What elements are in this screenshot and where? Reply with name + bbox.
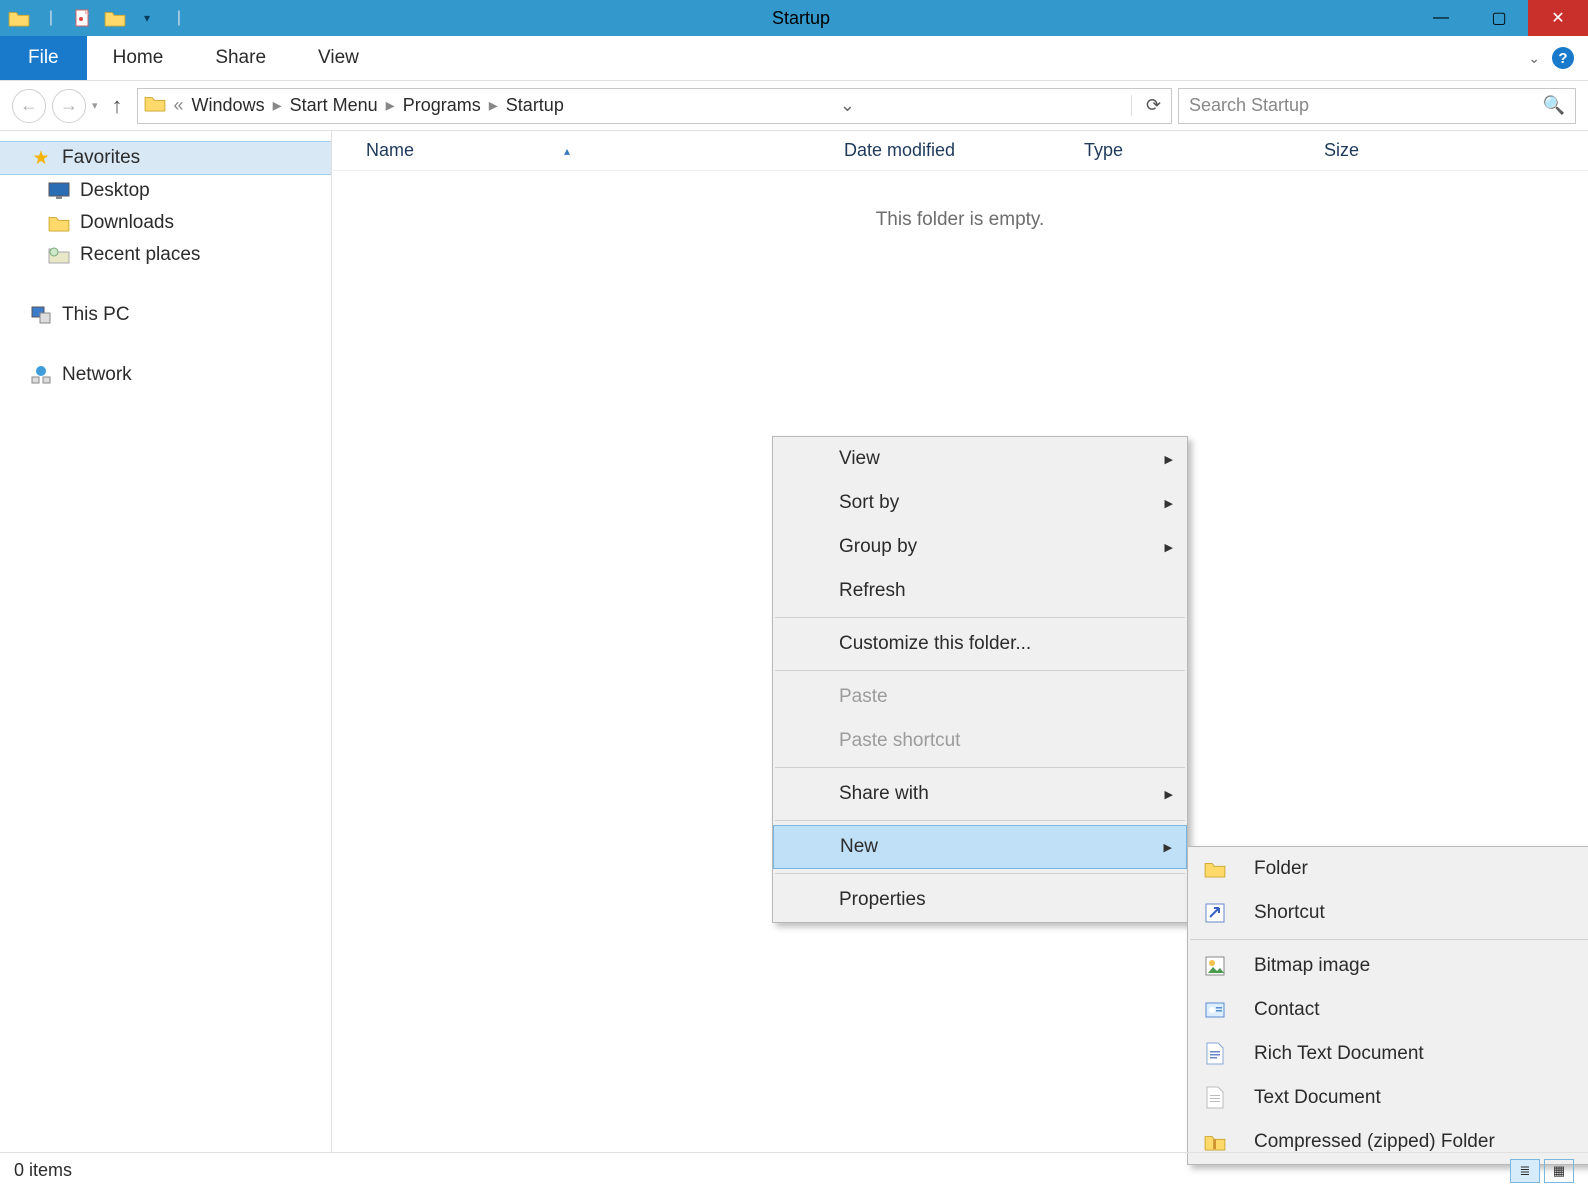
sidebar-label: Favorites	[62, 147, 140, 169]
menu-separator	[775, 617, 1185, 618]
breadcrumb-item[interactable]: Programs	[403, 95, 481, 116]
sidebar-label: Network	[62, 364, 132, 386]
tab-share[interactable]: Share	[189, 36, 292, 80]
history-dropdown-icon[interactable]: ▾	[92, 99, 98, 112]
sidebar-label: Recent places	[80, 244, 200, 266]
menu-item-view[interactable]: View	[773, 437, 1187, 481]
status-bar: 0 items ≣ ▦	[0, 1152, 1588, 1188]
separator: |	[168, 7, 190, 29]
breadcrumb-item[interactable]: Windows	[192, 95, 265, 116]
file-tab[interactable]: File	[0, 36, 87, 80]
sidebar-item-downloads[interactable]: Downloads	[0, 207, 331, 239]
sidebar-label: Downloads	[80, 212, 174, 234]
empty-folder-message: This folder is empty.	[332, 171, 1588, 231]
menu-item-sharewith[interactable]: Share with	[773, 772, 1187, 816]
chevron-right-icon: ▸	[382, 95, 399, 116]
minimize-button[interactable]: —	[1412, 0, 1470, 36]
submenu-item-contact[interactable]: Contact	[1188, 988, 1588, 1032]
back-button[interactable]: ←	[12, 89, 46, 123]
submenu-item-folder[interactable]: Folder	[1188, 847, 1588, 891]
desktop-icon	[48, 180, 70, 202]
chevron-right-icon: ▸	[269, 95, 286, 116]
search-placeholder: Search Startup	[1189, 95, 1309, 116]
menu-separator	[775, 873, 1185, 874]
menu-item-customize[interactable]: Customize this folder...	[773, 622, 1187, 666]
qat-newfolder-icon[interactable]	[104, 7, 126, 29]
forward-button[interactable]: →	[52, 89, 86, 123]
submenu-item-shortcut[interactable]: Shortcut	[1188, 891, 1588, 935]
contact-icon	[1202, 997, 1228, 1023]
search-icon[interactable]: 🔍	[1543, 95, 1565, 116]
menu-item-refresh[interactable]: Refresh	[773, 569, 1187, 613]
chevron-left-icon[interactable]: «	[170, 95, 188, 116]
menu-separator	[775, 670, 1185, 671]
breadcrumb-item[interactable]: Start Menu	[290, 95, 378, 116]
star-icon: ★	[30, 147, 52, 169]
menu-item-paste-shortcut: Paste shortcut	[773, 719, 1187, 763]
maximize-button[interactable]: ▢	[1470, 0, 1528, 36]
item-count: 0 items	[14, 1160, 72, 1181]
submenu-item-bitmap[interactable]: Bitmap image	[1188, 944, 1588, 988]
ribbon: File Home Share View ⌄ ?	[0, 36, 1588, 81]
shortcut-icon	[1202, 900, 1228, 926]
menu-separator	[775, 767, 1185, 768]
menu-item-new[interactable]: New	[773, 825, 1187, 869]
refresh-button[interactable]: ⟳	[1131, 95, 1165, 116]
close-button[interactable]: ✕	[1528, 0, 1588, 36]
chevron-right-icon: ▸	[485, 95, 502, 116]
qat-properties-icon[interactable]	[72, 7, 94, 29]
folder-icon	[1202, 856, 1228, 882]
submenu-item-rtf[interactable]: Rich Text Document	[1188, 1032, 1588, 1076]
sidebar-label: This PC	[62, 304, 130, 326]
column-header-name[interactable]: Name▴	[362, 140, 840, 161]
column-header-size[interactable]: Size	[1320, 140, 1480, 161]
qat-dropdown-icon[interactable]: ▾	[136, 7, 158, 29]
bitmap-icon	[1202, 953, 1228, 979]
sidebar-item-thispc[interactable]: This PC	[0, 299, 331, 331]
help-icon[interactable]: ?	[1552, 47, 1574, 69]
breadcrumb-item[interactable]: Startup	[506, 95, 564, 116]
computer-icon	[30, 304, 52, 326]
new-submenu: Folder Shortcut Bitmap image Contact Ric…	[1187, 846, 1588, 1165]
separator: |	[40, 7, 62, 29]
folder-icon	[144, 94, 166, 117]
menu-item-paste: Paste	[773, 675, 1187, 719]
sidebar-item-desktop[interactable]: Desktop	[0, 175, 331, 207]
expand-ribbon-icon[interactable]: ⌄	[1528, 50, 1540, 67]
search-input[interactable]: Search Startup 🔍	[1178, 88, 1576, 124]
rtf-icon	[1202, 1041, 1228, 1067]
sidebar-item-recent[interactable]: Recent places	[0, 239, 331, 271]
address-dropdown-icon[interactable]: ⌄	[834, 95, 861, 116]
sidebar-favorites-header[interactable]: ★ Favorites	[0, 141, 331, 175]
details-view-button[interactable]: ≣	[1510, 1159, 1540, 1183]
downloads-icon	[48, 212, 70, 234]
window-title: Startup	[190, 8, 1412, 29]
sidebar-item-network[interactable]: Network	[0, 359, 331, 391]
network-icon	[30, 364, 52, 386]
icons-view-button[interactable]: ▦	[1544, 1159, 1574, 1183]
menu-separator	[775, 820, 1185, 821]
recent-icon	[48, 244, 70, 266]
menu-separator	[1190, 939, 1588, 940]
menu-item-properties[interactable]: Properties	[773, 878, 1187, 922]
column-header-type[interactable]: Type	[1080, 140, 1320, 161]
context-menu: View Sort by Group by Refresh Customize …	[772, 436, 1188, 923]
menu-item-groupby[interactable]: Group by	[773, 525, 1187, 569]
navigation-bar: ← → ▾ ↑ « Windows ▸ Start Menu ▸ Program…	[0, 81, 1588, 131]
up-button[interactable]: ↑	[104, 93, 131, 119]
column-headers: Name▴ Date modified Type Size	[332, 131, 1588, 171]
sidebar-label: Desktop	[80, 180, 150, 202]
tab-view[interactable]: View	[292, 36, 385, 80]
navigation-pane: ★ Favorites Desktop Downloads Recent pla…	[0, 131, 332, 1152]
column-header-date[interactable]: Date modified	[840, 140, 1080, 161]
text-icon	[1202, 1085, 1228, 1111]
file-list-area[interactable]: Name▴ Date modified Type Size This folde…	[332, 131, 1588, 1152]
folder-icon	[8, 7, 30, 29]
sort-indicator-icon: ▴	[414, 144, 570, 158]
menu-item-sortby[interactable]: Sort by	[773, 481, 1187, 525]
tab-home[interactable]: Home	[87, 36, 190, 80]
submenu-item-text[interactable]: Text Document	[1188, 1076, 1588, 1120]
title-bar: | ▾ | Startup — ▢ ✕	[0, 0, 1588, 36]
address-bar[interactable]: « Windows ▸ Start Menu ▸ Programs ▸ Star…	[137, 88, 1172, 124]
